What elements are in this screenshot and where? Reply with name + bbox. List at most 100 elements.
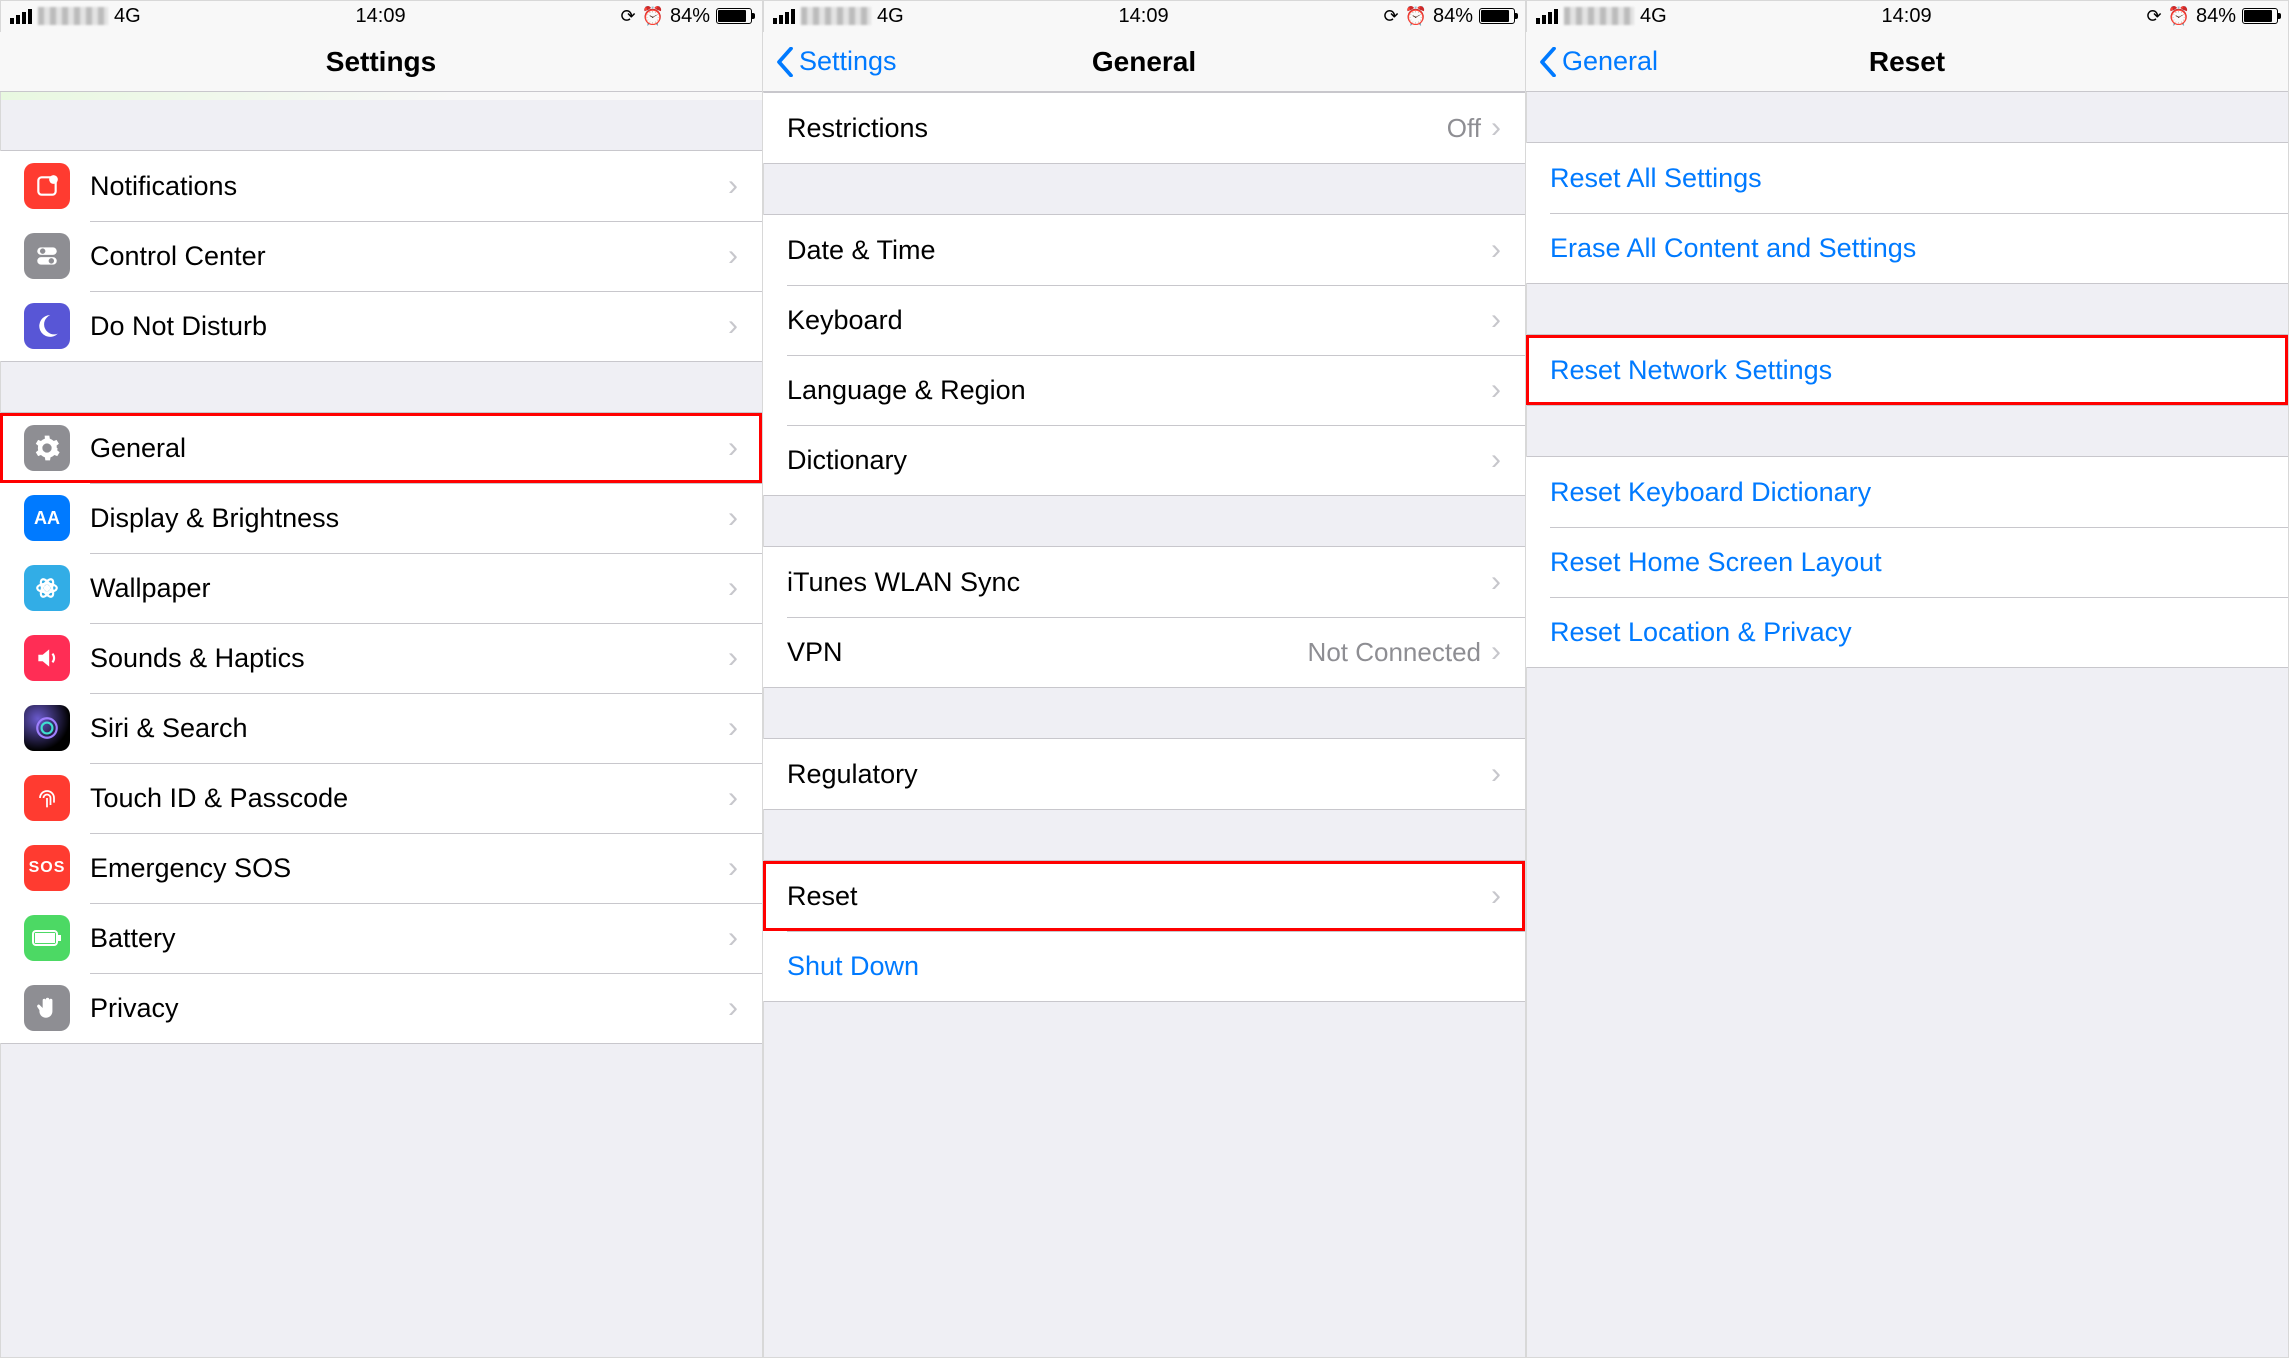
row-label: Touch ID & Passcode — [90, 783, 728, 814]
display-icon: AA — [24, 495, 70, 541]
row-label: Reset All Settings — [1550, 163, 2264, 194]
row-label: Reset Network Settings — [1550, 355, 2264, 386]
row-label: Control Center — [90, 241, 728, 272]
carrier-label — [38, 7, 108, 25]
row-label: Keyboard — [787, 305, 1491, 336]
row-label: Reset Home Screen Layout — [1550, 547, 2264, 578]
chevron-right-icon: › — [1491, 303, 1501, 337]
row-reset-network[interactable]: Reset Network Settings — [1526, 335, 2288, 405]
battery-settings-icon — [24, 915, 70, 961]
signal-icon — [10, 9, 32, 24]
network-label: 4G — [1640, 5, 1667, 28]
row-label: Display & Brightness — [90, 503, 728, 534]
dnd-icon — [24, 303, 70, 349]
row-general[interactable]: General › — [0, 413, 762, 483]
row-dnd[interactable]: Do Not Disturb › — [0, 291, 762, 361]
row-label: Erase All Content and Settings — [1550, 233, 2264, 264]
status-bar: 4G 14:09 ⟳ ⏰ 84% — [763, 0, 1525, 32]
nav-bar: Settings — [0, 32, 762, 92]
chevron-right-icon: › — [728, 169, 738, 203]
carrier-label — [801, 7, 871, 25]
row-vpn[interactable]: VPN Not Connected › — [763, 617, 1525, 687]
battery-icon — [1479, 8, 1515, 24]
chevron-right-icon: › — [1491, 879, 1501, 913]
chevron-right-icon: › — [728, 239, 738, 273]
row-display[interactable]: AA Display & Brightness › — [0, 483, 762, 553]
row-label: Dictionary — [787, 445, 1491, 476]
orientation-lock-icon: ⟳ — [2146, 6, 2161, 27]
row-siri[interactable]: Siri & Search › — [0, 693, 762, 763]
back-button[interactable]: Settings — [775, 46, 897, 77]
chevron-right-icon: › — [1491, 565, 1501, 599]
row-label: Date & Time — [787, 235, 1491, 266]
row-reset[interactable]: Reset › — [763, 861, 1525, 931]
content[interactable]: Restrictions Off › Date & Time › Keyboar… — [763, 92, 1525, 1358]
panel-general: 4G 14:09 ⟳ ⏰ 84% Settings General Restri… — [763, 0, 1526, 1358]
row-label: Language & Region — [787, 375, 1491, 406]
panel-reset: 4G 14:09 ⟳ ⏰ 84% General Reset Reset All… — [1526, 0, 2289, 1358]
chevron-right-icon: › — [1491, 635, 1501, 669]
page-title: Settings — [0, 46, 762, 78]
row-label: Emergency SOS — [90, 853, 728, 884]
row-battery[interactable]: Battery › — [0, 903, 762, 973]
row-privacy[interactable]: Privacy › — [0, 973, 762, 1043]
carrier-label — [1564, 7, 1634, 25]
row-date-time[interactable]: Date & Time › — [763, 215, 1525, 285]
row-label: VPN — [787, 637, 1308, 668]
row-value: Off — [1447, 113, 1481, 144]
battery-icon — [716, 8, 752, 24]
chevron-right-icon: › — [1491, 443, 1501, 477]
orientation-lock-icon: ⟳ — [620, 6, 635, 27]
clock-label: 14:09 — [1882, 5, 1932, 28]
back-label: Settings — [799, 46, 897, 77]
back-button[interactable]: General — [1538, 46, 1658, 77]
row-itunes-sync[interactable]: iTunes WLAN Sync › — [763, 547, 1525, 617]
row-restrictions[interactable]: Restrictions Off › — [763, 93, 1525, 163]
row-dictionary[interactable]: Dictionary › — [763, 425, 1525, 495]
row-sounds[interactable]: Sounds & Haptics › — [0, 623, 762, 693]
row-shutdown[interactable]: Shut Down — [763, 931, 1525, 1001]
alarm-icon: ⏰ — [2168, 6, 2190, 27]
row-label: Shut Down — [787, 951, 1501, 982]
alarm-icon: ⏰ — [642, 6, 664, 27]
clock-label: 14:09 — [356, 5, 406, 28]
row-label: Siri & Search — [90, 713, 728, 744]
content[interactable]: Notifications › Control Center › Do Not … — [0, 92, 762, 1358]
row-notifications[interactable]: Notifications › — [0, 151, 762, 221]
chevron-right-icon: › — [1491, 757, 1501, 791]
row-reset-all[interactable]: Reset All Settings — [1526, 143, 2288, 213]
chevron-right-icon: › — [1491, 373, 1501, 407]
row-reset-location[interactable]: Reset Location & Privacy — [1526, 597, 2288, 667]
chevron-right-icon: › — [728, 711, 738, 745]
row-control-center[interactable]: Control Center › — [0, 221, 762, 291]
row-label: Regulatory — [787, 759, 1491, 790]
row-label: Notifications — [90, 171, 728, 202]
chevron-right-icon: › — [728, 781, 738, 815]
row-wallpaper[interactable]: Wallpaper › — [0, 553, 762, 623]
row-label: Reset Location & Privacy — [1550, 617, 2264, 648]
row-language[interactable]: Language & Region › — [763, 355, 1525, 425]
back-label: General — [1562, 46, 1658, 77]
status-bar: 4G 14:09 ⟳ ⏰ 84% — [1526, 0, 2288, 32]
chevron-right-icon: › — [728, 991, 738, 1025]
row-reset-keyboard[interactable]: Reset Keyboard Dictionary — [1526, 457, 2288, 527]
row-keyboard[interactable]: Keyboard › — [763, 285, 1525, 355]
battery-icon — [2242, 8, 2278, 24]
row-sos[interactable]: SOS Emergency SOS › — [0, 833, 762, 903]
row-label: General — [90, 433, 728, 464]
privacy-icon — [24, 985, 70, 1031]
row-erase-all[interactable]: Erase All Content and Settings — [1526, 213, 2288, 283]
chevron-right-icon: › — [1491, 233, 1501, 267]
battery-pct: 84% — [1433, 5, 1473, 28]
siri-icon — [24, 705, 70, 751]
row-touchid[interactable]: Touch ID & Passcode › — [0, 763, 762, 833]
row-regulatory[interactable]: Regulatory › — [763, 739, 1525, 809]
content[interactable]: Reset All Settings Erase All Content and… — [1526, 92, 2288, 1358]
touchid-icon — [24, 775, 70, 821]
row-reset-home[interactable]: Reset Home Screen Layout — [1526, 527, 2288, 597]
chevron-right-icon: › — [1491, 111, 1501, 145]
chevron-right-icon: › — [728, 501, 738, 535]
signal-icon — [1536, 9, 1558, 24]
row-label: Reset — [787, 881, 1491, 912]
row-label: Wallpaper — [90, 573, 728, 604]
